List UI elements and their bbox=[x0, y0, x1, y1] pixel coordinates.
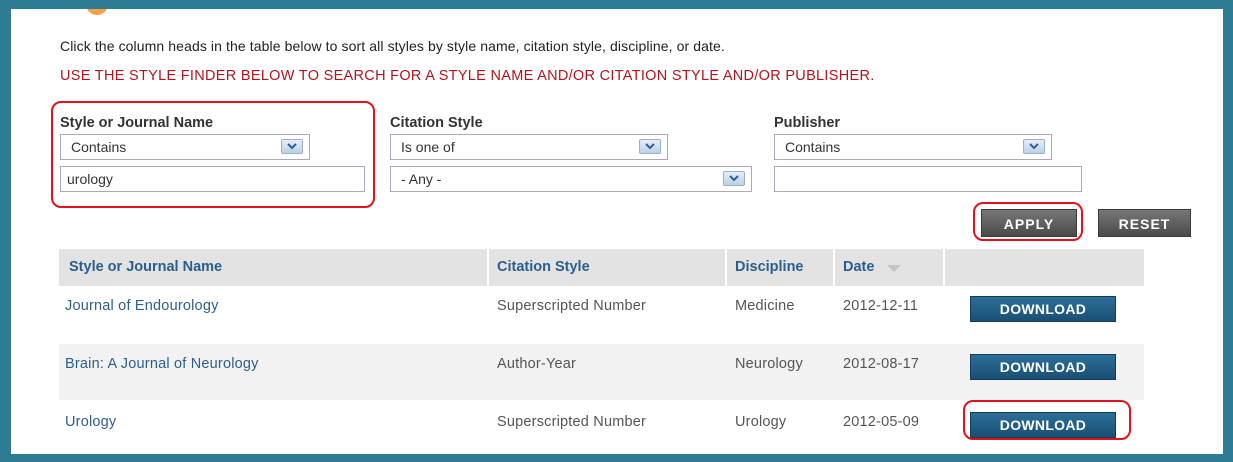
date-cell: 2012-12-11 bbox=[843, 298, 919, 314]
citation-style-cell: Superscripted Number bbox=[497, 414, 647, 430]
highlight-download-button bbox=[963, 400, 1131, 440]
column-header-discipline[interactable]: Discipline bbox=[735, 259, 804, 275]
citation-style-value: - Any - bbox=[401, 171, 442, 187]
publisher-operator-value: Contains bbox=[785, 139, 841, 155]
publisher-operator-select[interactable]: Contains bbox=[774, 134, 1052, 160]
header-divider bbox=[487, 249, 489, 286]
discipline-cell: Medicine bbox=[735, 298, 795, 314]
table-row: Brain: A Journal of Neurology Author-Yea… bbox=[59, 344, 1144, 400]
date-cell: 2012-08-17 bbox=[843, 356, 920, 372]
citation-style-operator-select[interactable]: Is one of bbox=[390, 134, 668, 160]
reset-button[interactable]: RESET bbox=[1098, 209, 1191, 237]
citation-style-value-select[interactable]: - Any - bbox=[390, 166, 752, 192]
column-header-date[interactable]: Date bbox=[843, 259, 874, 275]
style-name-link[interactable]: Journal of Endourology bbox=[65, 298, 219, 314]
content-panel: Click the column heads in the table belo… bbox=[11, 9, 1223, 454]
header-divider bbox=[833, 249, 835, 286]
chevron-down-icon[interactable] bbox=[723, 171, 745, 186]
chevron-down-icon[interactable] bbox=[639, 139, 661, 154]
download-button[interactable]: DOWNLOAD bbox=[970, 296, 1116, 322]
style-name-link[interactable]: Urology bbox=[65, 414, 116, 430]
discipline-cell: Neurology bbox=[735, 356, 803, 372]
highlight-apply-button bbox=[973, 202, 1083, 241]
citation-style-cell: Superscripted Number bbox=[497, 298, 647, 314]
table-header: Style or Journal Name Citation Style Dis… bbox=[59, 249, 1144, 286]
citation-style-operator-value: Is one of bbox=[401, 139, 455, 155]
date-cell: 2012-05-09 bbox=[843, 414, 920, 430]
style-name-link[interactable]: Brain: A Journal of Neurology bbox=[65, 356, 259, 372]
finder-note: USE THE STYLE FINDER BELOW TO SEARCH FOR… bbox=[60, 68, 875, 84]
publisher-label: Publisher bbox=[774, 115, 841, 131]
download-button[interactable]: DOWNLOAD bbox=[970, 354, 1116, 380]
column-header-citation-style[interactable]: Citation Style bbox=[497, 259, 590, 275]
column-header-style-name[interactable]: Style or Journal Name bbox=[69, 259, 222, 275]
highlight-style-name-filter bbox=[51, 101, 375, 208]
sort-desc-icon[interactable] bbox=[887, 265, 901, 273]
header-divider bbox=[943, 249, 945, 286]
publisher-input[interactable] bbox=[774, 166, 1082, 192]
citation-style-label: Citation Style bbox=[390, 115, 483, 131]
citation-style-cell: Author-Year bbox=[497, 356, 577, 372]
discipline-cell: Urology bbox=[735, 414, 787, 430]
table-row: Journal of Endourology Superscripted Num… bbox=[59, 286, 1144, 342]
header-divider bbox=[725, 249, 727, 286]
chevron-down-icon[interactable] bbox=[1023, 139, 1045, 154]
intro-text: Click the column heads in the table belo… bbox=[60, 38, 725, 54]
decorative-orange-shape bbox=[86, 9, 108, 15]
